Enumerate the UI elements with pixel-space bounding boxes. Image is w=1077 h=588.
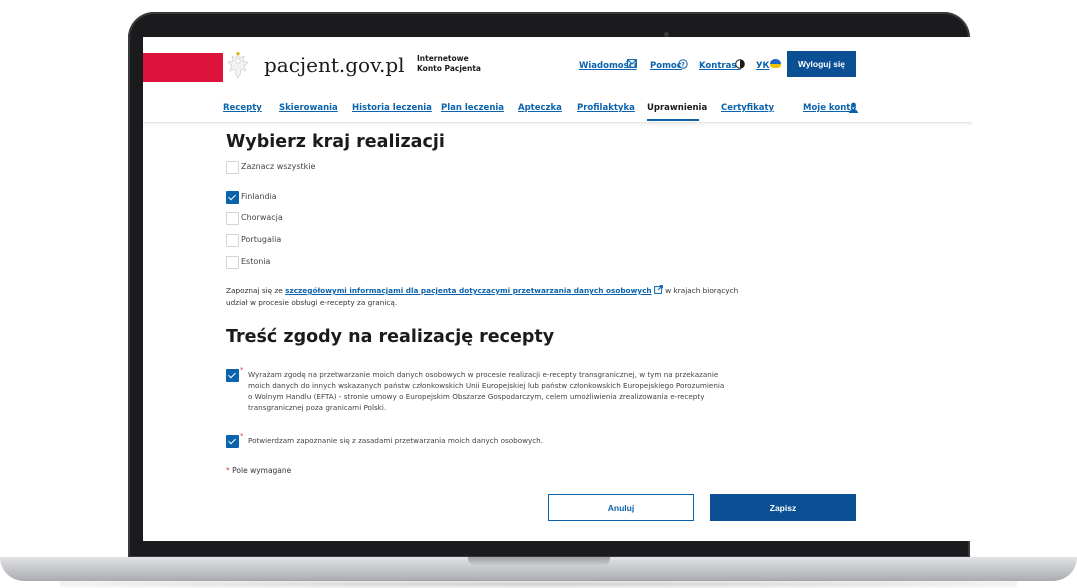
user-icon: [849, 102, 858, 113]
country-label: Chorwacja: [241, 213, 283, 222]
nav-item-uprawnienia[interactable]: Uprawnienia: [647, 103, 707, 113]
select-all-label: Zaznacz wszystkie: [241, 162, 316, 171]
nav-item-certyfikaty[interactable]: Certyfikaty: [721, 103, 774, 113]
required-star: *: [240, 366, 244, 374]
country-box-estonia[interactable]: [226, 256, 239, 269]
main-nav: Recepty Skierowania Historia leczenia Pl…: [143, 92, 972, 123]
country-box-finlandia[interactable]: [226, 191, 239, 204]
required-note-star: *: [226, 466, 230, 475]
browser-screen: pacjent.gov.pl Internetowe Konto Pacjent…: [143, 37, 972, 541]
external-link-icon[interactable]: [654, 285, 663, 294]
country-box-portugalia[interactable]: [226, 234, 239, 247]
flag-bar: [143, 53, 223, 82]
nav-active-indicator: [647, 119, 699, 121]
nav-item-profilaktyka[interactable]: Profilaktyka: [577, 103, 635, 113]
privacy-info-link[interactable]: szczegółowymi informacjami dla pacjenta …: [285, 286, 651, 295]
help-circle-icon: ?: [678, 59, 688, 69]
logout-button[interactable]: Wyloguj się: [787, 51, 856, 77]
nav-item-historia-leczenia[interactable]: Historia leczenia: [352, 103, 432, 113]
envelope-icon: [627, 59, 637, 68]
cancel-button[interactable]: Anuluj: [548, 494, 694, 521]
country-label: Finlandia: [241, 192, 277, 201]
country-label: Portugalia: [241, 235, 282, 244]
consent-text-data-processing: Wyrażam zgodę na przetwarzanie moich dan…: [248, 370, 725, 412]
consent-section-title: Treść zgody na realizację recepty: [226, 327, 555, 347]
laptop-shadow: [60, 580, 1017, 588]
info-prefix: Zapoznaj się ze: [226, 286, 286, 295]
language-link[interactable]: УК: [756, 61, 770, 71]
consent-text-rules-confirmation: Potwierdzam zapoznanie się z zasadami pr…: [248, 436, 544, 445]
country-box-chorwacja[interactable]: [226, 212, 239, 225]
nav-item-skierowania[interactable]: Skierowania: [279, 103, 338, 113]
site-subtitle-line1: Internetowe: [417, 54, 469, 63]
required-note-label: Pole wymagane: [232, 466, 292, 475]
nav-item-apteczka[interactable]: Apteczka: [518, 103, 562, 113]
ukraine-flag-icon: [770, 59, 781, 68]
consent-box-rules-confirmation[interactable]: [226, 435, 239, 448]
save-button[interactable]: Zapisz: [710, 494, 856, 521]
nav-item-recepty[interactable]: Recepty: [223, 103, 262, 113]
privacy-info-text: Zapoznaj się ze szczegółowymi informacja…: [226, 285, 746, 309]
country-section-title: Wybierz kraj realizacji: [226, 132, 445, 152]
site-subtitle: Internetowe Konto Pacjenta: [417, 54, 481, 74]
contrast-icon: [735, 59, 745, 69]
consent-box-data-processing[interactable]: [226, 369, 239, 382]
site-header: pacjent.gov.pl Internetowe Konto Pacjent…: [143, 37, 972, 92]
select-all-box[interactable]: [226, 161, 239, 174]
laptop-notch: [468, 557, 610, 566]
site-name[interactable]: pacjent.gov.pl: [264, 53, 405, 77]
country-label: Estonia: [241, 257, 271, 266]
svg-text:?: ?: [681, 61, 685, 68]
site-subtitle-line2: Konto Pacjenta: [417, 64, 481, 73]
required-field-note: * Pole wymagane: [226, 466, 291, 475]
polish-eagle-icon: [227, 52, 249, 79]
required-star: *: [240, 432, 244, 440]
nav-item-plan-leczenia[interactable]: Plan leczenia: [441, 103, 504, 113]
